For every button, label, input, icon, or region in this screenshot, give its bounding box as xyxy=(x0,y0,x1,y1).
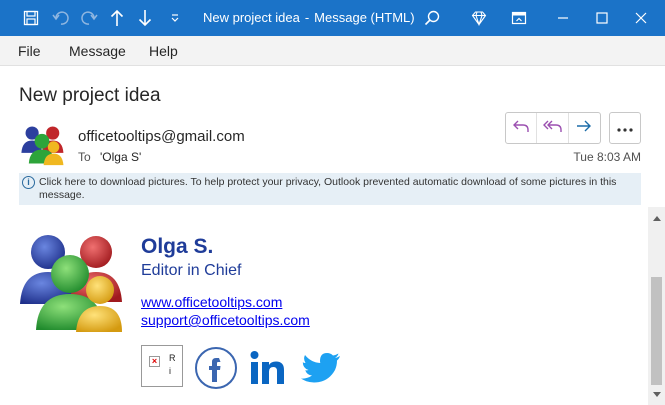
undo-icon[interactable] xyxy=(48,0,74,36)
more-icon xyxy=(617,119,633,137)
window-title: New project idea - Message (HTML) xyxy=(203,10,415,25)
close-icon[interactable] xyxy=(621,0,661,36)
signature-logo xyxy=(18,232,122,334)
menu-file[interactable]: File xyxy=(18,43,41,59)
title-separator: - xyxy=(304,10,310,25)
menu-help[interactable]: Help xyxy=(149,43,178,59)
reply-all-icon xyxy=(542,118,563,139)
twitter-icon[interactable] xyxy=(300,346,344,390)
reply-icon xyxy=(512,118,530,139)
scroll-thumb[interactable] xyxy=(651,277,662,385)
arrow-down-icon[interactable] xyxy=(134,0,156,36)
reply-button[interactable] xyxy=(506,113,538,143)
menu-bar: File Message Help xyxy=(0,36,665,66)
info-icon: i xyxy=(22,176,35,189)
sender-avatar xyxy=(20,124,64,166)
forward-icon xyxy=(575,118,593,139)
download-pictures-infobar[interactable]: i Click here to download pictures. To he… xyxy=(19,173,641,205)
menu-message[interactable]: Message xyxy=(69,43,126,59)
infobar-text: Click here to download pictures. To help… xyxy=(39,176,617,201)
linkedin-icon[interactable] xyxy=(247,346,291,390)
signature-title: Editor in Chief xyxy=(141,262,242,279)
more-actions-button[interactable] xyxy=(609,112,641,144)
app-name: Message (HTML) xyxy=(314,10,415,25)
reply-all-button[interactable] xyxy=(537,113,569,143)
email-link[interactable]: support@officetooltips.com xyxy=(141,312,310,328)
message-subject: New project idea xyxy=(19,85,161,106)
to-label: To xyxy=(78,150,91,164)
arrow-up-icon[interactable] xyxy=(106,0,128,36)
redo-icon[interactable] xyxy=(76,0,102,36)
facebook-icon[interactable] xyxy=(194,346,238,390)
message-title: New project idea xyxy=(203,10,300,25)
restore-ribbon-icon[interactable] xyxy=(507,0,531,36)
website-link[interactable]: www.officetooltips.com xyxy=(141,294,282,310)
premium-icon[interactable] xyxy=(467,0,491,36)
title-bar: New project idea - Message (HTML) xyxy=(0,0,665,36)
vertical-scrollbar[interactable] xyxy=(648,207,665,405)
save-icon[interactable] xyxy=(14,0,48,36)
search-icon[interactable] xyxy=(420,0,444,36)
forward-button[interactable] xyxy=(569,113,600,143)
scroll-up-arrow-icon[interactable] xyxy=(648,209,665,226)
signature-name: Olga S. xyxy=(141,235,214,258)
broken-image-text: R i xyxy=(169,353,176,376)
message-date: Tue 8:03 AM xyxy=(573,150,641,164)
reply-actions xyxy=(505,112,601,144)
customize-toolbar-icon[interactable] xyxy=(166,0,184,36)
maximize-icon[interactable] xyxy=(582,0,622,36)
scroll-down-arrow-icon[interactable] xyxy=(648,386,665,403)
minimize-icon[interactable] xyxy=(543,0,583,36)
broken-image-placeholder[interactable]: × R i xyxy=(141,345,183,387)
broken-image-icon: × xyxy=(149,356,160,367)
recipient[interactable]: 'Olga S' xyxy=(100,150,141,164)
sender-address[interactable]: officetooltips@gmail.com xyxy=(78,128,245,145)
